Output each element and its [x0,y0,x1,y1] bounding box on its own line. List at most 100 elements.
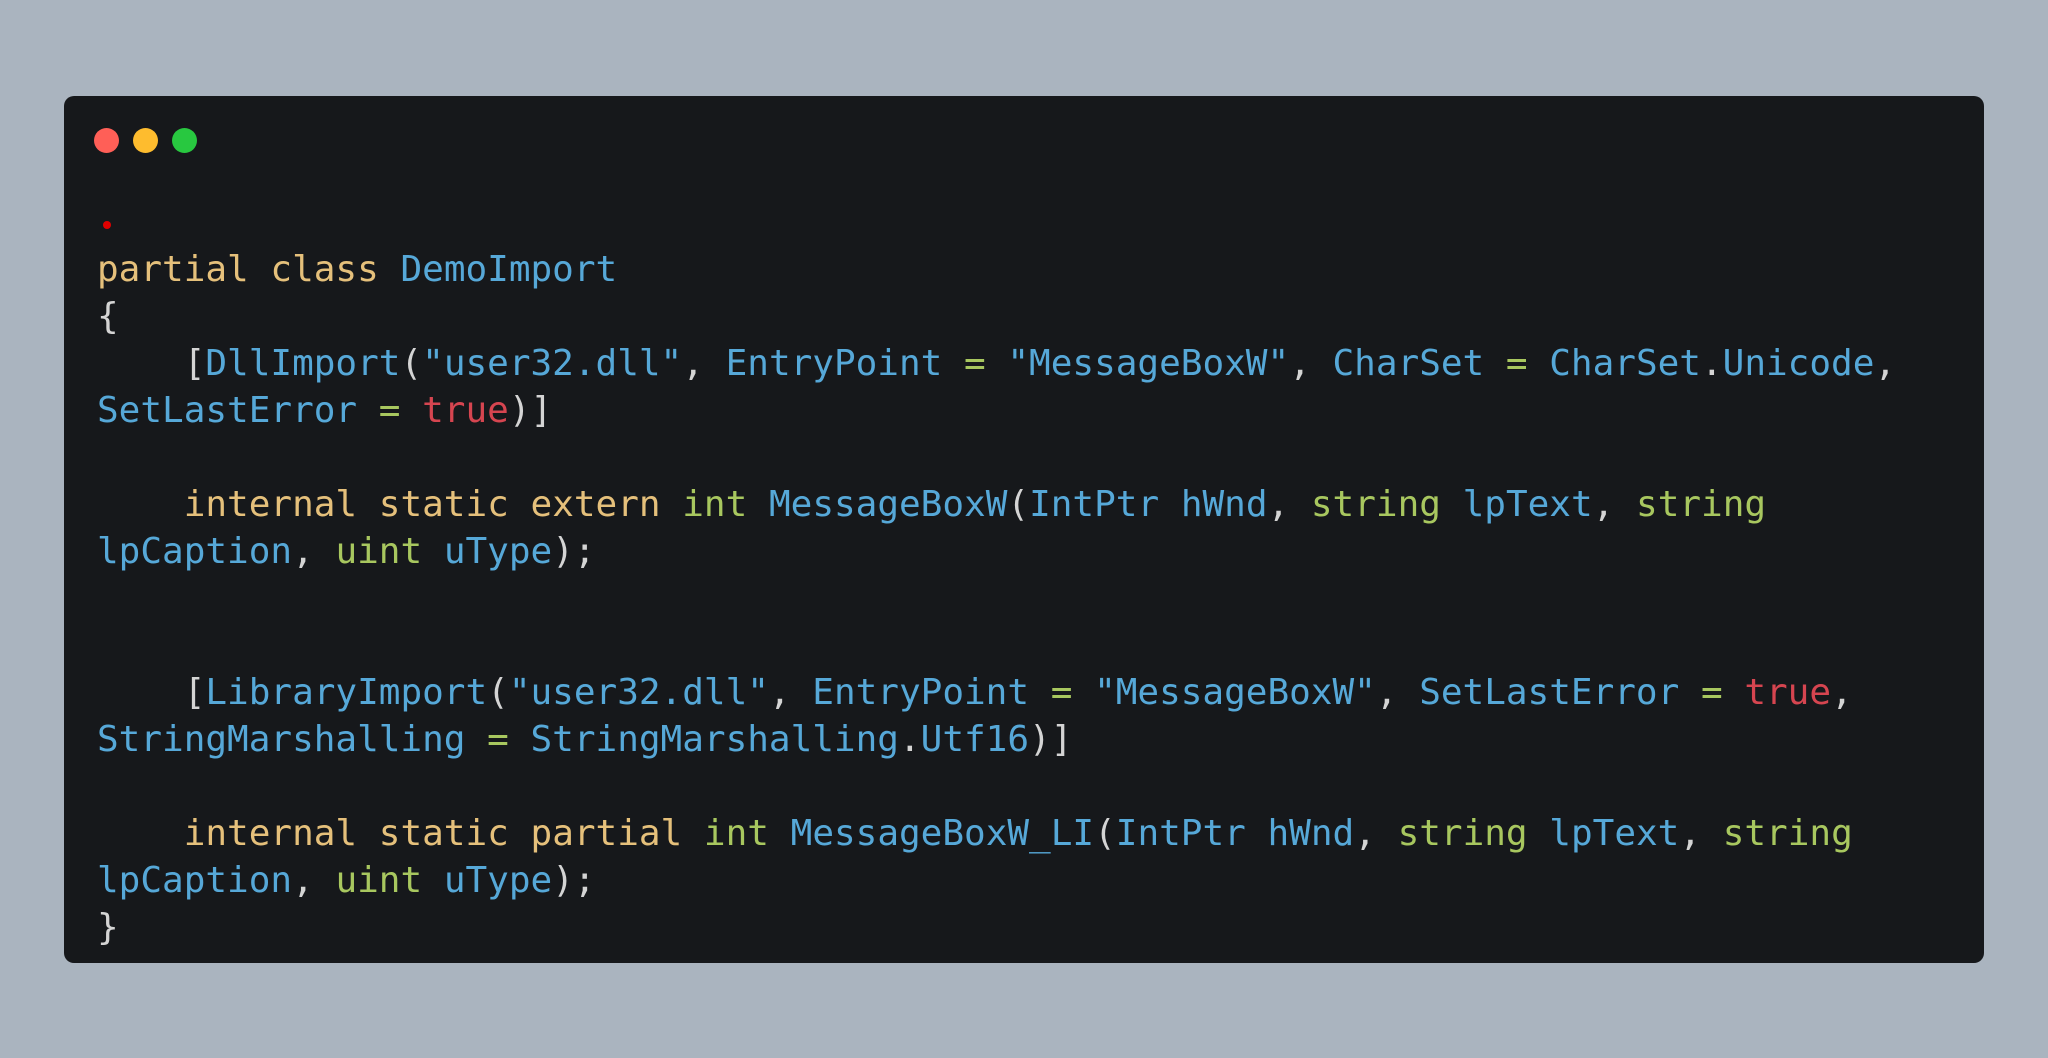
code-token: SetLastError [97,390,358,431]
code-token: = [1679,672,1745,713]
code-token: , [1375,672,1420,713]
code-line: lpCaption, uint uType); [97,857,1896,904]
code-token: "user32.dll" [508,672,769,713]
code-token: StringMarshalling [97,719,466,760]
code-line: partial class DemoImport [97,246,1896,293]
code-token: int [682,484,748,525]
code-line: StringMarshalling = StringMarshalling.Ut… [97,716,1896,763]
code-token: MessageBoxW_LI [790,813,1095,854]
code-token: string [1722,813,1853,854]
code-token: , [1679,813,1723,854]
code-line: } [97,904,1896,951]
code-token: CharSet [1549,343,1701,384]
code-token: lpCaption [97,531,293,572]
code-token: , [682,343,726,384]
code-token: hWnd [1267,813,1355,854]
code-token: )] [508,390,553,431]
code-token: , [1874,343,1897,384]
code-token: EntryPoint [725,343,943,384]
code-token: SetLastError [1419,672,1680,713]
code-token: EntryPoint [812,672,1030,713]
code-token: ( [1007,484,1030,525]
code-token: , [292,531,336,572]
code-line: [DllImport("user32.dll", EntryPoint = "M… [97,340,1896,387]
code-block: partial class DemoImport{ [DllImport("us… [97,246,1896,951]
code-token: partial [530,813,683,854]
code-token: ); [552,860,596,901]
code-token: uType [443,860,553,901]
close-window-button[interactable] [94,127,119,153]
code-token: string [1310,484,1441,525]
code-token: static [378,813,509,854]
code-token: ( [400,343,423,384]
code-token: hWnd [1180,484,1268,525]
code-token: lpCaption [97,860,293,901]
code-token: Utf16 [920,719,1030,760]
code-token: [ [97,343,206,384]
code-token: ( [1094,813,1116,854]
code-token: internal [183,813,358,854]
code-token: ( [487,672,509,713]
code-token: = [1029,672,1095,713]
code-line: lpCaption, uint uType); [97,528,1896,575]
code-token: , [1831,672,1853,713]
code-token: )] [1029,719,1073,760]
code-token: = [357,390,423,431]
code-token: IntPtr [1115,813,1246,854]
code-line: internal static partial int MessageBoxW_… [97,810,1896,857]
code-token: static [378,484,509,525]
code-token: IntPtr [1029,484,1160,525]
code-token: partial [97,249,249,290]
code-token: CharSet [1332,343,1485,384]
code-token: { [97,296,119,337]
window-controls [94,127,197,153]
code-token: DllImport [205,343,401,384]
code-token: , [292,860,336,901]
code-token: , [1267,484,1311,525]
maximize-window-button[interactable] [172,127,197,153]
code-token: uType [443,531,553,572]
code-token: . [1700,343,1723,384]
code-token: LibraryImport [205,672,488,713]
code-token: lpText [1462,484,1593,525]
code-token: } [97,907,119,948]
code-token: string [1636,484,1767,525]
code-line: SetLastError = true)] [97,387,1896,434]
code-token: , [768,672,813,713]
code-line: internal static extern int MessageBoxW(I… [97,481,1896,528]
code-token: lpText [1549,813,1680,854]
code-token: string [1397,813,1528,854]
code-token: = [942,343,1008,384]
code-token: = [1484,343,1550,384]
code-token: StringMarshalling [530,719,899,760]
code-token: uint [335,531,423,572]
minimize-window-button[interactable] [133,127,158,153]
breakpoint-dot-icon [103,221,111,229]
code-token: ); [552,531,596,572]
code-token: , [1289,343,1333,384]
code-token: = [465,719,531,760]
code-token: DemoImport [400,249,618,290]
code-token: Unicode [1722,343,1875,384]
code-token: . [898,719,921,760]
